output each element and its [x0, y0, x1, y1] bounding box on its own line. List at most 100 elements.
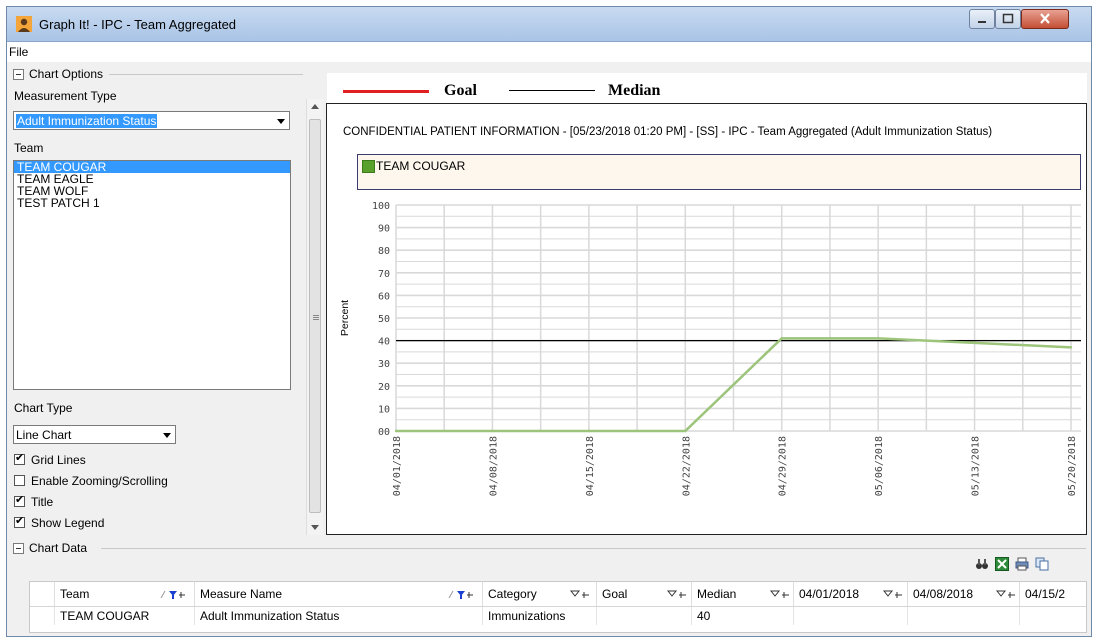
chart-type-select[interactable]: Line Chart [13, 425, 176, 444]
chart-data-collapse-toggle[interactable] [13, 543, 24, 554]
goal-legend-line [343, 90, 429, 93]
zoom-scroll-checkbox[interactable]: Enable Zooming/Scrolling [14, 474, 168, 488]
scroll-up-icon[interactable] [311, 104, 319, 109]
y-tick-label: 20 [378, 382, 390, 393]
median-legend-label: Median [608, 82, 661, 99]
cell-goal[interactable] [597, 607, 692, 625]
grid-header-row: Team Measure Name Category Goal Median 0… [30, 582, 1086, 607]
grip-icon [313, 315, 319, 316]
team-listbox[interactable]: TEAM COUGAR TEAM EAGLE TEAM WOLF TEST PA… [13, 160, 291, 390]
y-tick-label: 40 [378, 337, 390, 348]
team-list-item[interactable]: TEST PATCH 1 [14, 197, 290, 209]
checkbox-label: Show Legend [31, 516, 105, 530]
cell-date[interactable] [794, 607, 908, 625]
maximize-button[interactable] [995, 9, 1021, 29]
column-header-label: Measure Name [200, 587, 283, 601]
checkbox-checked-icon[interactable] [14, 494, 25, 507]
data-point [394, 429, 398, 433]
data-point [780, 337, 783, 340]
cell-measure-name[interactable]: Adult Immunization Status [195, 607, 483, 625]
cell-median[interactable]: 40 [692, 607, 794, 625]
cell-date[interactable] [1020, 607, 1086, 625]
measurement-type-select[interactable]: Adult Immunization Status [13, 111, 290, 130]
menu-file[interactable]: File [9, 45, 28, 59]
checkbox-label: Title [31, 495, 54, 509]
maximize-icon [1002, 13, 1014, 24]
chart-options-collapse-toggle[interactable] [13, 69, 24, 80]
minimize-button[interactable] [969, 9, 995, 29]
checkbox-label: Grid Lines [31, 453, 86, 467]
data-point [1069, 346, 1073, 349]
group-divider [109, 74, 303, 75]
median-legend-line [509, 90, 595, 91]
checkbox-checked-icon[interactable] [14, 515, 25, 528]
column-header-label: Median [697, 587, 737, 601]
chart-area: CONFIDENTIAL PATIENT INFORMATION - [05/2… [326, 103, 1087, 535]
filter-pin-icon[interactable] [667, 590, 687, 600]
team-label: Team [14, 141, 44, 155]
x-tick-label: 05/06/2018 [874, 436, 885, 496]
row-indicator-header [30, 582, 55, 606]
column-header-label: Team [60, 587, 90, 601]
scroll-thumb[interactable] [309, 119, 321, 513]
app-window: Graph It! - IPC - Team Aggregated File C… [6, 6, 1092, 637]
scroll-down-icon[interactable] [311, 525, 319, 530]
column-header-measure-name[interactable]: Measure Name [195, 582, 483, 606]
filter-pin-icon[interactable] [883, 590, 903, 600]
filter-pin-icon[interactable] [996, 590, 1016, 600]
y-tick-label: 80 [378, 246, 390, 257]
filter-pin-icon[interactable] [160, 590, 186, 600]
column-header-date[interactable]: 04/15/2 [1020, 582, 1086, 606]
x-tick-label: 04/29/2018 [778, 436, 789, 496]
y-tick-label: 90 [378, 224, 390, 235]
excel-export-icon[interactable] [995, 557, 1009, 571]
copy-icon[interactable] [1035, 557, 1049, 571]
x-tick-label: 05/13/2018 [971, 436, 982, 496]
column-header-label: Goal [602, 587, 628, 601]
chevron-down-icon[interactable] [273, 112, 289, 129]
measurement-type-value: Adult Immunization Status [16, 114, 158, 128]
options-scrollbar[interactable] [306, 99, 323, 535]
binoculars-icon[interactable] [975, 557, 989, 571]
filter-pin-icon[interactable] [570, 590, 590, 600]
x-tick-label: 04/15/2018 [585, 436, 596, 496]
y-tick-label: 100 [372, 201, 390, 212]
print-icon[interactable] [1015, 557, 1029, 571]
chart-options-panel: Chart Options Measurement Type Adult Imm… [9, 64, 323, 535]
cell-category[interactable]: Immunizations [483, 607, 597, 625]
filter-pin-icon[interactable] [770, 590, 790, 600]
line-chart: 00 10 20 30 40 50 60 70 80 90 100 Percent 04/01/2018… [339, 201, 1081, 496]
data-point [876, 337, 880, 340]
row-indicator[interactable] [30, 607, 55, 625]
close-button[interactable] [1021, 9, 1069, 29]
group-divider [101, 548, 1086, 549]
column-header-label: 04/08/2018 [913, 587, 974, 601]
app-user-icon [16, 16, 32, 32]
data-point [587, 429, 591, 433]
chart-data-section: Chart Data Team Measure Name Category Go… [9, 537, 1089, 635]
title-checkbox[interactable]: Title [14, 494, 54, 509]
measurement-type-label: Measurement Type [14, 89, 117, 103]
checkbox-unchecked-icon[interactable] [14, 475, 25, 486]
chart-data-label: Chart Data [27, 541, 90, 555]
checkbox-checked-icon[interactable] [14, 452, 25, 465]
data-point [684, 429, 687, 433]
show-legend-checkbox[interactable]: Show Legend [14, 515, 105, 530]
y-axis-title: Percent [339, 300, 351, 336]
chart-type-value: Line Chart [16, 428, 72, 442]
x-tick-label: 04/22/2018 [681, 436, 692, 496]
grid-lines-checkbox[interactable]: Grid Lines [14, 452, 86, 467]
goal-median-legend: Goal Median [327, 73, 1087, 105]
x-tick-label: 05/20/2018 [1067, 436, 1078, 496]
y-tick-label: 00 [378, 427, 390, 438]
chart-data-grid[interactable]: Team Measure Name Category Goal Median 0… [29, 581, 1087, 633]
close-icon [1040, 13, 1050, 24]
column-header-label: 04/01/2018 [799, 587, 860, 601]
filter-pin-icon[interactable] [448, 590, 474, 600]
data-point [491, 429, 494, 433]
cell-date[interactable] [908, 607, 1020, 625]
x-tick-label: 04/01/2018 [392, 436, 403, 496]
column-header-label: 04/15/2 [1025, 587, 1066, 601]
chevron-down-icon[interactable] [159, 426, 175, 443]
cell-team[interactable]: TEAM COUGAR [55, 607, 195, 625]
